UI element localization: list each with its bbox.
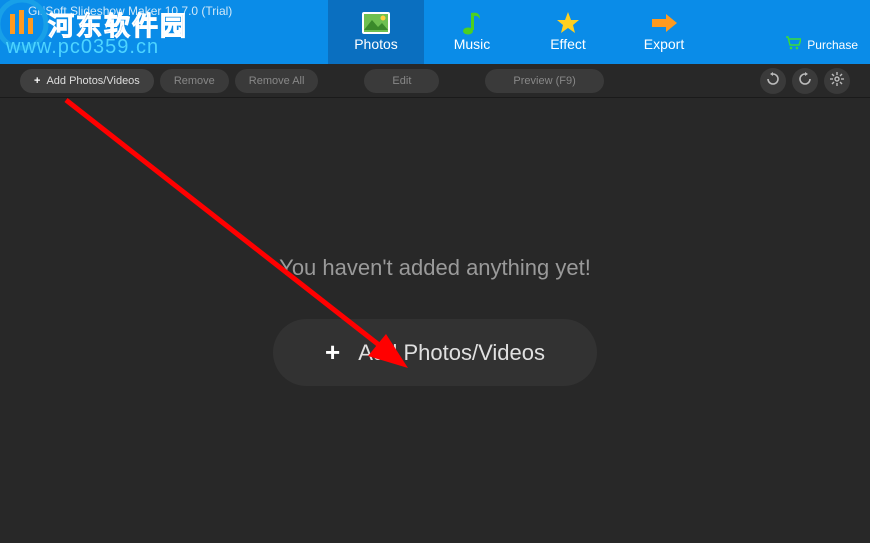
app-title: GiliSoft Slideshow Maker 10.7.0 (Trial): [28, 4, 232, 18]
plus-icon: +: [325, 337, 340, 368]
undo-button[interactable]: [760, 68, 786, 94]
effect-icon: [554, 12, 582, 34]
undo-icon: [766, 72, 780, 89]
settings-button[interactable]: [824, 68, 850, 94]
remove-all-button[interactable]: Remove All: [235, 69, 319, 93]
main-tabs: Photos Music Effect Export: [328, 0, 712, 64]
redo-icon: [798, 72, 812, 89]
tab-label: Music: [454, 36, 491, 52]
tab-music[interactable]: Music: [424, 0, 520, 64]
photo-icon: [362, 12, 390, 34]
purchase-link[interactable]: Purchase: [785, 36, 858, 53]
export-icon: [650, 12, 678, 34]
tab-photos[interactable]: Photos: [328, 0, 424, 64]
purchase-label: Purchase: [807, 38, 858, 52]
edit-button[interactable]: Edit: [364, 69, 439, 93]
toolbar: + Add Photos/Videos Remove Remove All Ed…: [0, 64, 870, 98]
add-big-label: Add Photos/Videos: [358, 340, 545, 366]
plus-icon: +: [34, 75, 40, 87]
watermark-url: www.pc0359.cn: [6, 36, 159, 59]
tab-label: Effect: [550, 36, 586, 52]
empty-state-message: You haven't added anything yet!: [279, 255, 591, 281]
main-area: You haven't added anything yet! + Add Ph…: [0, 98, 870, 543]
redo-button[interactable]: [792, 68, 818, 94]
gear-icon: [830, 72, 844, 89]
music-icon: [458, 12, 486, 34]
add-photos-videos-button[interactable]: + Add Photos/Videos: [273, 319, 597, 386]
add-label: Add Photos/Videos: [46, 75, 139, 87]
remove-button[interactable]: Remove: [160, 69, 229, 93]
header-bar: GiliSoft Slideshow Maker 10.7.0 (Trial) …: [0, 0, 870, 64]
add-photos-button[interactable]: + Add Photos/Videos: [20, 69, 154, 93]
cart-icon: [785, 36, 801, 53]
tab-effect[interactable]: Effect: [520, 0, 616, 64]
tab-label: Photos: [354, 36, 398, 52]
tab-label: Export: [644, 36, 684, 52]
tab-export[interactable]: Export: [616, 0, 712, 64]
preview-button[interactable]: Preview (F9): [485, 69, 603, 93]
